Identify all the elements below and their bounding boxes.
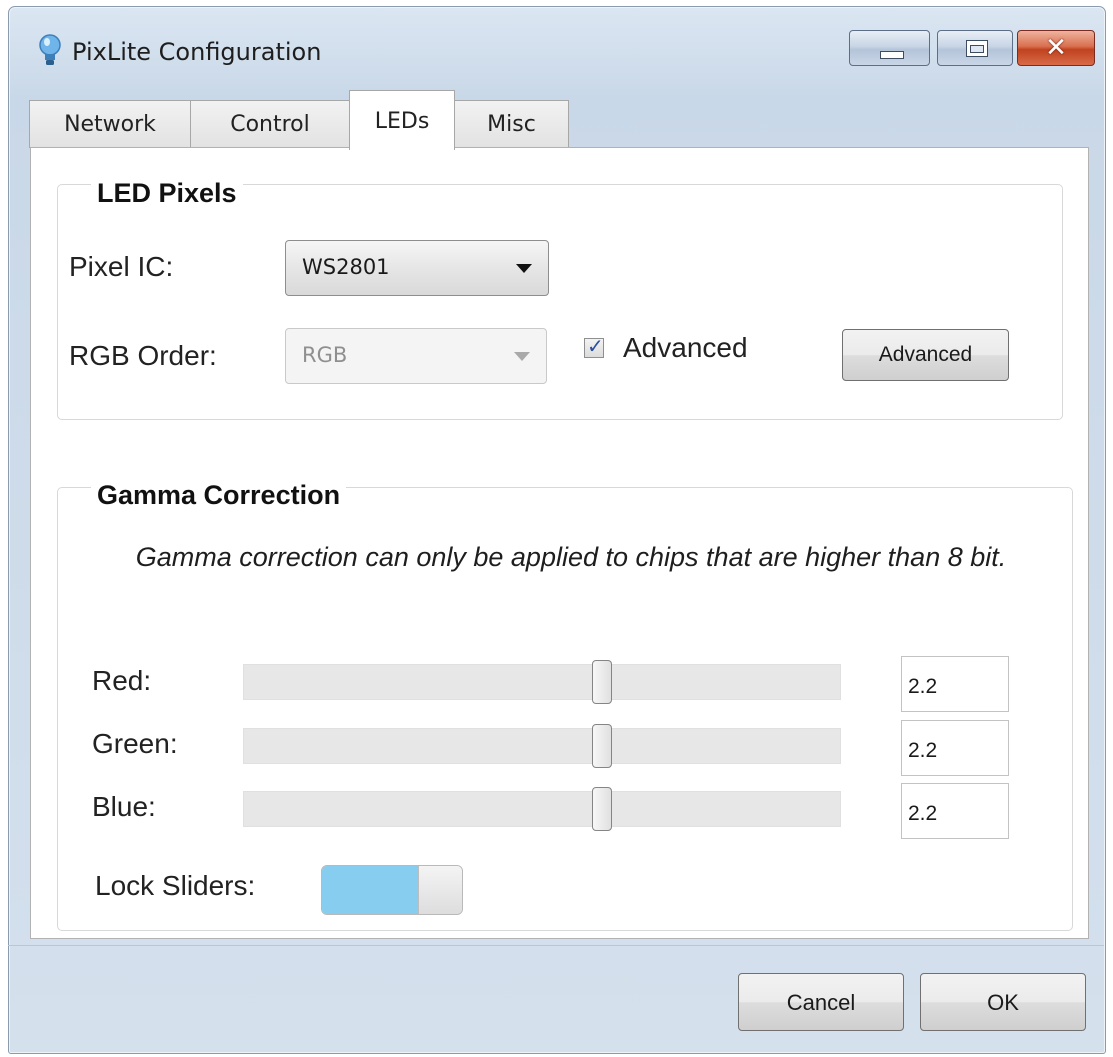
window-title: PixLite Configuration bbox=[72, 38, 322, 66]
green-label: Green: bbox=[92, 728, 178, 759]
lock-sliders-toggle-knob[interactable] bbox=[418, 866, 462, 914]
blue-slider-thumb[interactable] bbox=[591, 787, 612, 831]
red-label: Red: bbox=[92, 665, 152, 696]
pixel-ic-dropdown[interactable]: WS2801 bbox=[285, 240, 549, 296]
red-slider[interactable] bbox=[243, 660, 841, 704]
chevron-down-icon bbox=[514, 352, 530, 361]
maximize-button[interactable] bbox=[937, 30, 1013, 66]
tab-control[interactable]: Control bbox=[190, 100, 350, 148]
pixel-ic-label: Pixel IC: bbox=[69, 251, 174, 282]
rgb-order-value: RGB bbox=[302, 343, 348, 367]
close-button[interactable]: ✕ bbox=[1017, 30, 1095, 66]
maximize-icon bbox=[966, 40, 988, 57]
tab-network[interactable]: Network bbox=[29, 100, 191, 148]
footer-divider bbox=[8, 945, 1104, 946]
advanced-checkbox[interactable]: ✓ bbox=[584, 334, 604, 358]
rgb-order-dropdown: RGB bbox=[285, 328, 547, 384]
gamma-correction-title: Gamma Correction bbox=[91, 480, 347, 511]
green-slider-thumb[interactable] bbox=[591, 724, 612, 768]
blue-value-field[interactable]: 2.2 bbox=[901, 783, 1009, 839]
lightbulb-icon bbox=[39, 34, 61, 65]
green-value: 2.2 bbox=[908, 739, 938, 762]
checkmark-icon: ✓ bbox=[587, 334, 604, 358]
lock-sliders-toggle[interactable] bbox=[321, 865, 463, 915]
cancel-button[interactable]: Cancel bbox=[738, 973, 904, 1031]
rgb-order-label: RGB Order: bbox=[69, 340, 217, 371]
minimize-button[interactable] bbox=[849, 30, 930, 66]
red-slider-thumb[interactable] bbox=[591, 660, 612, 704]
led-pixels-group bbox=[57, 184, 1063, 420]
advanced-checkbox-label[interactable]: Advanced bbox=[623, 332, 748, 364]
green-slider[interactable] bbox=[243, 724, 841, 768]
led-pixels-title: LED Pixels bbox=[91, 178, 243, 209]
chevron-down-icon bbox=[516, 264, 532, 273]
lock-sliders-label: Lock Sliders: bbox=[95, 870, 256, 901]
tab-misc[interactable]: Misc bbox=[454, 100, 569, 148]
minimize-icon bbox=[880, 51, 904, 59]
red-value: 2.2 bbox=[908, 675, 938, 698]
blue-value: 2.2 bbox=[908, 802, 938, 825]
tab-strip: Network Control LEDs Misc bbox=[29, 90, 1089, 150]
pixel-ic-value: WS2801 bbox=[302, 255, 390, 279]
tab-leds[interactable]: LEDs bbox=[349, 90, 455, 150]
tab-content-leds: LED Pixels Pixel IC: WS2801 RGB Order: R… bbox=[30, 147, 1089, 939]
advanced-button[interactable]: Advanced bbox=[842, 329, 1009, 381]
blue-slider[interactable] bbox=[243, 787, 841, 831]
blue-label: Blue: bbox=[92, 791, 156, 822]
close-icon: ✕ bbox=[1045, 33, 1067, 63]
gamma-note: Gamma correction can only be applied to … bbox=[135, 542, 1007, 572]
ok-button[interactable]: OK bbox=[920, 973, 1086, 1031]
red-value-field[interactable]: 2.2 bbox=[901, 656, 1009, 712]
lock-sliders-toggle-fill bbox=[322, 866, 418, 914]
green-value-field[interactable]: 2.2 bbox=[901, 720, 1009, 776]
